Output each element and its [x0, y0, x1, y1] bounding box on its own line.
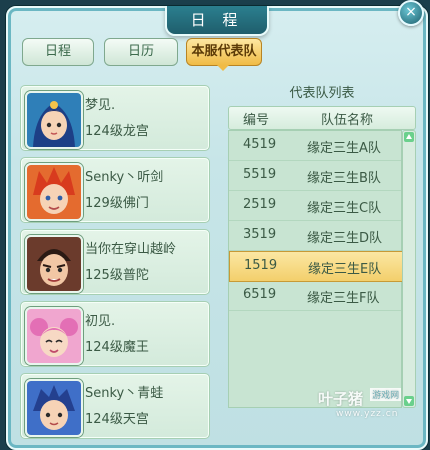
member-card[interactable]: Senky丶青蛙 124级天宫 [20, 373, 210, 439]
member-level-faction: 125级普陀 [85, 268, 149, 283]
member-level-faction: 124级魔王 [85, 340, 149, 355]
avatar [25, 91, 83, 149]
dragon-girl-portrait-icon [27, 93, 81, 147]
tab-schedule[interactable]: 日程 [22, 38, 94, 66]
member-name: Senky丶听剑 [85, 170, 164, 185]
team-list-panel: 代表队列表 编号 队伍名称 4519 缘定三生A队 5519 缘定三生B队 25… [228, 82, 416, 412]
member-name: Senky丶青蛙 [85, 386, 164, 401]
watermark-tag: 游戏网 [370, 388, 402, 401]
pink-hair-girl-portrait-icon [27, 309, 81, 363]
member-level-faction: 124级龙宫 [85, 124, 149, 139]
avatar [25, 163, 83, 221]
red-hair-boy-portrait-icon [27, 165, 81, 219]
member-card[interactable]: 梦见. 124级龙宫 [20, 85, 210, 151]
team-name: 缘定三生C队 [307, 201, 382, 216]
member-card[interactable]: 初见. 124级魔王 [20, 301, 210, 367]
blue-hair-boy-portrait-icon [27, 381, 81, 435]
member-card[interactable]: 当你在穿山越岭 125级普陀 [20, 229, 210, 295]
table-row-selected[interactable]: 1519 缘定三生E队 [229, 251, 403, 282]
avatar [25, 235, 83, 293]
member-card[interactable]: Senky丶听剑 129级佛门 [20, 157, 210, 223]
team-name: 缘定三生A队 [307, 141, 381, 156]
watermark-brand: 叶子猪 [318, 390, 364, 408]
arrow-down-icon[interactable] [404, 396, 414, 406]
team-id: 4519 [243, 137, 277, 152]
table-row[interactable]: 6519 缘定三生F队 [229, 281, 401, 311]
close-icon[interactable]: × [398, 0, 424, 26]
column-header-id: 编号 [243, 113, 270, 128]
team-list-scrollbar[interactable] [402, 130, 416, 408]
team-list-title: 代表队列表 [289, 86, 355, 101]
window-title: 日 程 [165, 6, 269, 36]
arrow-up-icon[interactable] [404, 132, 414, 142]
team-id: 1519 [244, 258, 278, 273]
watermark-url: www.yzz.cn [336, 409, 399, 419]
member-name: 当你在穿山越岭 [85, 242, 177, 257]
avatar [25, 307, 83, 365]
table-row[interactable]: 5519 缘定三生B队 [229, 161, 401, 191]
member-name: 初见. [85, 314, 116, 329]
member-name: 梦见. [85, 98, 116, 113]
team-id: 6519 [243, 287, 277, 302]
site-watermark: 叶子猪 游戏网 www.yzz.cn [318, 388, 402, 419]
column-header-team-name: 队伍名称 [321, 113, 374, 128]
table-row[interactable]: 4519 缘定三生A队 [229, 131, 401, 161]
team-name: 缘定三生F队 [307, 291, 380, 306]
team-name: 缘定三生D队 [307, 231, 383, 246]
member-list: 梦见. 124级龙宫 Senky丶听剑 129级佛门 当你在穿山越岭 125级普… [20, 85, 210, 445]
active-tab-pointer [217, 65, 229, 71]
team-table-header: 编号 队伍名称 [228, 106, 416, 130]
avatar [25, 379, 83, 437]
member-level-faction: 129级佛门 [85, 196, 149, 211]
team-name: 缘定三生B队 [307, 171, 381, 186]
warrior-boy-portrait-icon [27, 237, 81, 291]
team-table: 4519 缘定三生A队 5519 缘定三生B队 2519 缘定三生C队 3519… [228, 130, 403, 408]
team-name: 缘定三生E队 [308, 262, 382, 277]
tab-server-team[interactable]: 本服代表队 [186, 38, 262, 66]
table-row[interactable]: 3519 缘定三生D队 [229, 221, 401, 251]
team-id: 3519 [243, 227, 277, 242]
team-id: 5519 [243, 167, 277, 182]
team-id: 2519 [243, 197, 277, 212]
tab-calendar[interactable]: 日历 [104, 38, 178, 66]
member-level-faction: 124级天宫 [85, 412, 149, 427]
table-row[interactable]: 2519 缘定三生C队 [229, 191, 401, 221]
